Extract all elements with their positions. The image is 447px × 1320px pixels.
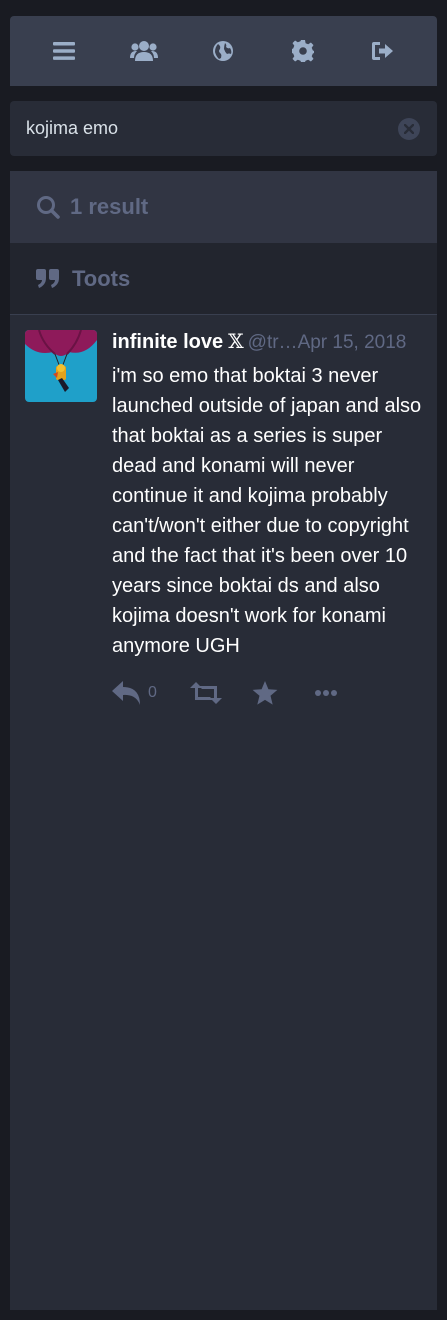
sign-out-icon (372, 42, 394, 60)
favourite-button[interactable] (252, 680, 314, 706)
display-name[interactable]: infinite love (112, 331, 223, 354)
community-button[interactable] (121, 28, 167, 74)
users-icon (129, 41, 158, 61)
search-input[interactable] (10, 101, 437, 156)
status-item[interactable]: infinite love 𝕏 @tr… Apr 15, 2018 i'm so… (10, 315, 437, 725)
menu-button[interactable] (41, 28, 87, 74)
avatar[interactable] (25, 330, 97, 402)
results-summary: 1 result (10, 171, 437, 243)
x-logo-icon: 𝕏 (228, 329, 244, 353)
boost-button[interactable] (190, 682, 252, 704)
ellipsis-icon (315, 690, 337, 696)
toots-section-header: Toots (10, 243, 437, 315)
retweet-icon (190, 682, 222, 704)
search-box (10, 101, 437, 156)
bars-icon (52, 42, 75, 60)
gear-icon (292, 40, 315, 62)
federated-button[interactable] (200, 28, 246, 74)
reply-count: 0 (148, 684, 157, 701)
logout-button[interactable] (360, 28, 406, 74)
top-navigation (10, 16, 437, 86)
search-icon (37, 196, 60, 219)
reply-button[interactable]: 0 (112, 681, 190, 705)
results-count: 1 result (70, 194, 149, 219)
clear-circle-icon[interactable] (398, 118, 420, 140)
section-label: Toots (72, 265, 131, 291)
reply-icon (112, 681, 140, 705)
status-header: infinite love 𝕏 @tr… Apr 15, 2018 (112, 329, 423, 357)
quote-icon (36, 268, 59, 288)
star-icon (252, 680, 278, 705)
globe-icon (213, 41, 234, 61)
status-content: i'm so emo that boktai 3 never launched … (112, 365, 422, 657)
account-handle[interactable]: @tr… (248, 332, 298, 354)
more-button[interactable] (314, 689, 338, 697)
status-timestamp[interactable]: Apr 15, 2018 (298, 332, 407, 354)
search-results-panel: 1 result Toots infinite love 𝕏 @tr… Apr … (10, 171, 437, 1310)
settings-button[interactable] (280, 28, 326, 74)
status-actions: 0 (112, 677, 423, 709)
